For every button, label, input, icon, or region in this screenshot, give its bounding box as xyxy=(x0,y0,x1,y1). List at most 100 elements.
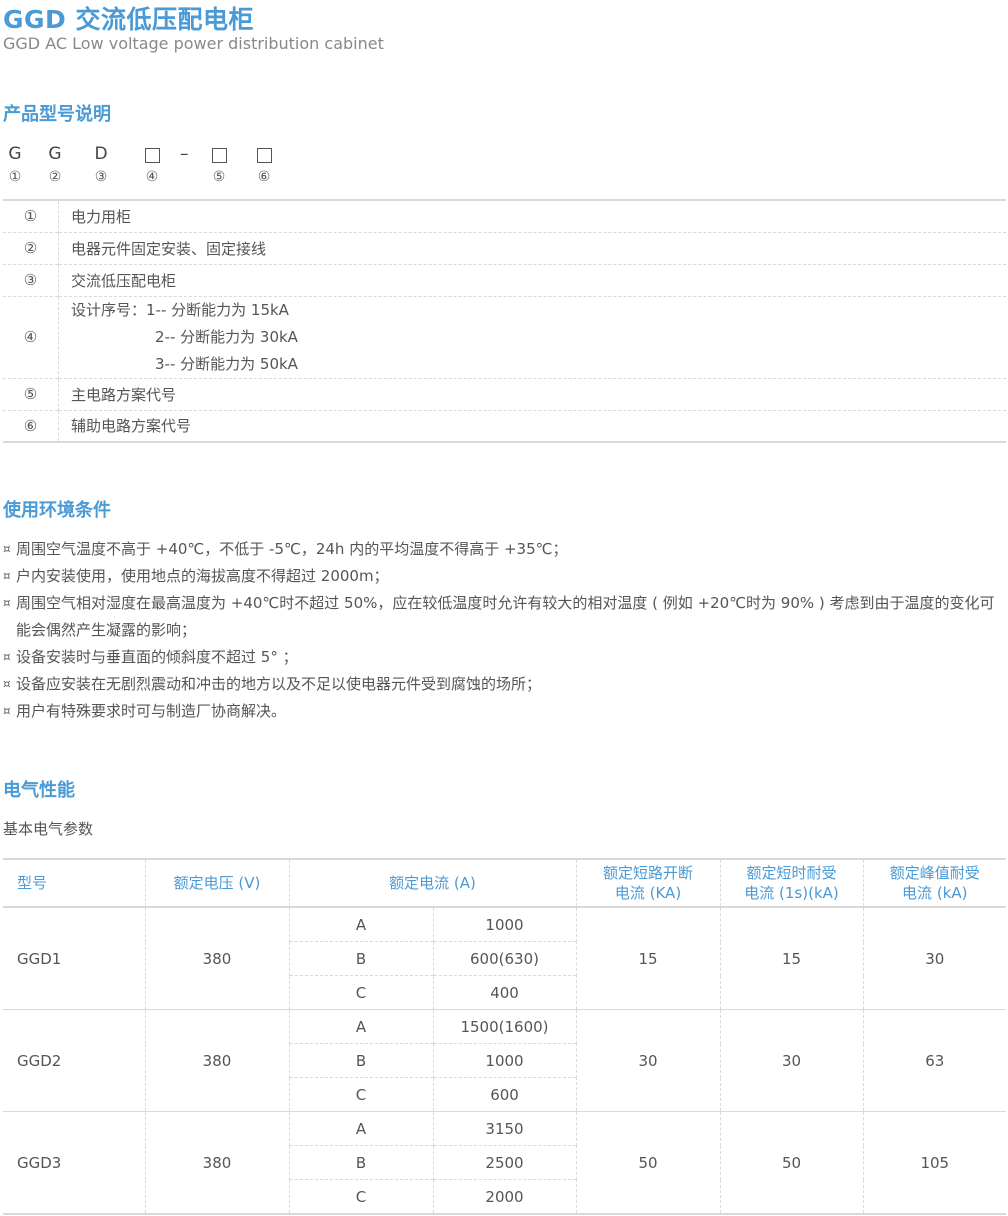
cell-short-break: 15 xyxy=(575,906,721,1010)
header-current: 额定电流 (A) xyxy=(288,859,577,908)
page-title: GGD 交流低压配电柜 xyxy=(3,5,254,34)
code-letter: G xyxy=(8,144,22,164)
code-number: ④ xyxy=(145,169,159,185)
row-number: ⑥ xyxy=(3,409,59,442)
cell-current: 1000 xyxy=(432,906,577,942)
cell-model: GGD3 xyxy=(3,1111,145,1214)
header-line: 电流 (kA) xyxy=(902,884,968,902)
section-title-electrical: 电气性能 xyxy=(3,780,75,801)
table-row: ② 电器元件固定安装、固定接线 xyxy=(3,231,1006,264)
row-number: ⑤ xyxy=(3,377,59,410)
cell-short-time: 15 xyxy=(719,906,864,1010)
header-peak: 额定峰值耐受 电流 (kA) xyxy=(862,859,1007,908)
cell-grade: B xyxy=(288,1145,433,1180)
code-char-1: G ① xyxy=(3,143,27,187)
bullet-icon: ¤ xyxy=(3,596,11,610)
cell-grade: C xyxy=(288,1179,433,1214)
header-line: 电流 (KA) xyxy=(614,884,682,902)
code-letter: G xyxy=(48,144,62,164)
header-line: 额定短时耐受 xyxy=(746,864,837,882)
row-number: ③ xyxy=(3,263,59,296)
row-number: ① xyxy=(3,200,59,232)
code-number: ② xyxy=(48,169,62,185)
condition-text: 设备安装时与垂直面的倾斜度不超过 5° ； xyxy=(16,648,298,666)
row-text: 主电路方案代号 xyxy=(58,377,1006,410)
list-item: ¤ 设备应安装在无剧烈震动和冲击的地方以及不足以使电器元件受到腐蚀的场所； xyxy=(3,671,1006,698)
code-number: ⑤ xyxy=(212,169,226,185)
table-row: ④ 设计序号：1-- 分断能力为 15kA 2-- 分断能力为 30kA 3--… xyxy=(3,295,1006,378)
list-item: ¤ 户内安装使用，使用地点的海拔高度不得超过 2000m； xyxy=(3,563,1006,590)
condition-text: 周围空气相对湿度在最高温度为 +40℃时不超过 50%，应在较低温度时允许有较大… xyxy=(16,594,995,639)
cell-peak: 105 xyxy=(862,1111,1007,1214)
cell-current: 2000 xyxy=(432,1179,577,1214)
code-number: ③ xyxy=(94,169,108,185)
list-item: ¤ 设备安装时与垂直面的倾斜度不超过 5° ； xyxy=(3,644,1006,671)
row-text: 交流低压配电柜 xyxy=(58,263,1006,296)
table-row: ③ 交流低压配电柜 xyxy=(3,263,1006,296)
cell-model: GGD1 xyxy=(3,906,145,1010)
environment-conditions-list: ¤ 周围空气温度不高于 +40℃，不低于 -5℃，24h 内的平均温度不得高于 … xyxy=(3,536,1006,725)
header-line: 电流 (1s)(kA) xyxy=(744,884,839,902)
code-number: ① xyxy=(8,169,22,185)
cell-voltage: 380 xyxy=(144,1009,289,1112)
cell-current: 2500 xyxy=(432,1145,577,1180)
design-serial-line: 设计序号：1-- 分断能力为 15kA xyxy=(71,300,289,319)
cell-current: 3150 xyxy=(432,1111,577,1146)
design-serial-line: 3-- 分断能力为 50kA xyxy=(155,354,298,373)
cell-voltage: 380 xyxy=(144,906,289,1010)
header-short-time: 额定短时耐受 电流 (1s)(kA) xyxy=(719,859,864,908)
list-item: ¤ 用户有特殊要求时可与制造厂协商解决。 xyxy=(3,698,1006,725)
cell-current: 1000 xyxy=(432,1043,577,1078)
condition-text: 周围空气温度不高于 +40℃，不低于 -5℃，24h 内的平均温度不得高于 +3… xyxy=(16,540,568,558)
section-title-environment: 使用环境条件 xyxy=(3,500,111,521)
bullet-icon: ¤ xyxy=(3,650,11,664)
placeholder-box-icon xyxy=(211,148,227,163)
electrical-intro: 基本电气参数 xyxy=(3,820,94,838)
list-item: ¤ 周围空气相对湿度在最高温度为 +40℃时不超过 50%，应在较低温度时允许有… xyxy=(3,590,1006,644)
condition-text: 户内安装使用，使用地点的海拔高度不得超过 2000m； xyxy=(16,567,389,585)
code-number: ⑥ xyxy=(257,169,271,185)
cell-grade: C xyxy=(288,1077,433,1112)
electrical-parameters-table: 型号 额定电压 (V) 额定电流 (A) 额定短路开断 电流 (KA) 额定短时… xyxy=(3,858,1007,1215)
page-subtitle: GGD AC Low voltage power distribution ca… xyxy=(3,34,384,53)
row-number: ② xyxy=(3,231,59,264)
code-char-3: D ③ xyxy=(89,143,113,187)
cell-short-break: 50 xyxy=(575,1111,721,1214)
condition-text: 设备应安装在无剧烈震动和冲击的地方以及不足以使电器元件受到腐蚀的场所； xyxy=(16,675,542,693)
cell-grade: B xyxy=(288,1043,433,1078)
cell-grade: B xyxy=(288,941,433,976)
placeholder-box-icon xyxy=(256,148,272,163)
design-serial-line: 2-- 分断能力为 30kA xyxy=(155,327,298,346)
code-box-4: ④ xyxy=(140,143,164,187)
cell-current: 400 xyxy=(432,975,577,1010)
cell-peak: 30 xyxy=(862,906,1007,1010)
cell-short-break: 30 xyxy=(575,1009,721,1112)
bullet-icon: ¤ xyxy=(3,677,11,691)
table-row: ① 电力用柜 xyxy=(3,200,1006,232)
code-box-5: ⑤ xyxy=(207,143,231,187)
row-text: 电力用柜 xyxy=(71,207,132,226)
model-code-diagram: G ① G ② D ③ ④ – ⑤ ⑥ xyxy=(3,143,303,195)
cell-current: 600 xyxy=(432,1077,577,1112)
bullet-icon: ¤ xyxy=(3,704,11,718)
header-model: 型号 xyxy=(3,859,145,908)
cell-current: 1500(1600) xyxy=(432,1009,577,1044)
bullet-icon: ¤ xyxy=(3,569,11,583)
cell-grade: C xyxy=(288,975,433,1010)
cell-peak: 63 xyxy=(862,1009,1007,1112)
code-char-2: G ② xyxy=(43,143,67,187)
table-row: GGD2 380 A 1500(1600) 30 30 63 xyxy=(3,1009,1007,1112)
condition-text: 用户有特殊要求时可与制造厂协商解决。 xyxy=(16,702,287,720)
cell-voltage: 380 xyxy=(144,1111,289,1214)
header-line: 额定短路开断 xyxy=(603,864,694,882)
table-row: GGD1 380 A 1000 15 15 30 xyxy=(3,906,1007,1010)
code-box-6: ⑥ xyxy=(252,143,276,187)
code-letter: D xyxy=(94,144,108,164)
cell-model: GGD2 xyxy=(3,1009,145,1112)
cell-grade: A xyxy=(288,1111,433,1146)
cell-grade: A xyxy=(288,1009,433,1044)
header-short-break: 额定短路开断 电流 (KA) xyxy=(575,859,721,908)
header-voltage: 额定电压 (V) xyxy=(144,859,289,908)
placeholder-box-icon xyxy=(144,148,160,163)
code-dash: – xyxy=(180,144,189,164)
